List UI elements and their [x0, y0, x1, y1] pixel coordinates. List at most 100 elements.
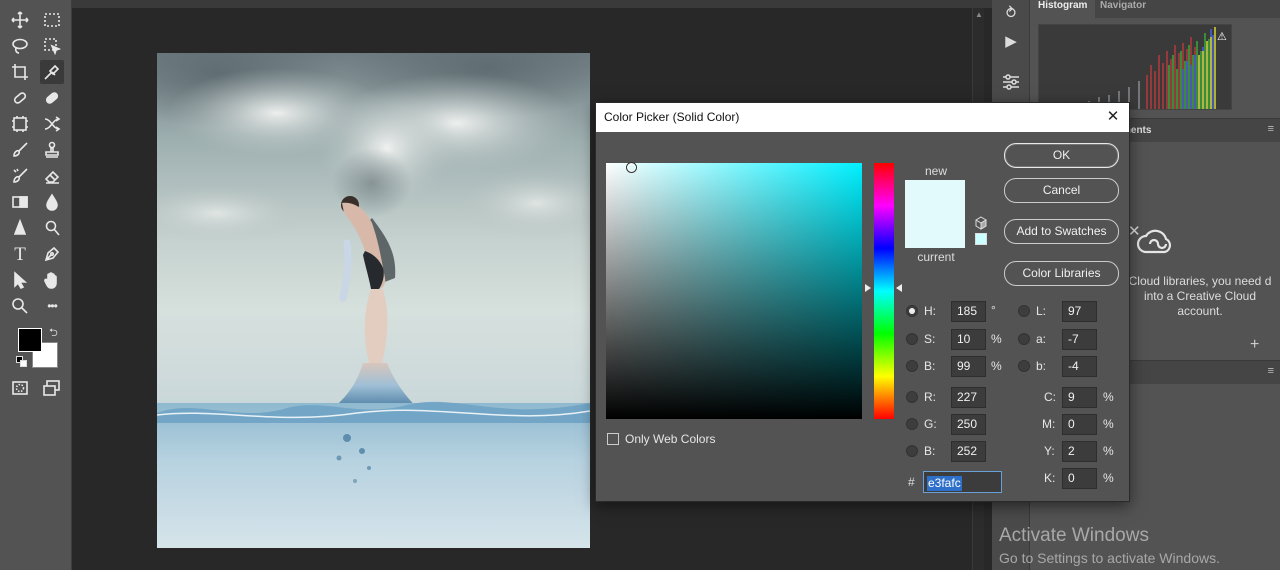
zoom-tool-icon[interactable] [8, 294, 32, 318]
blur-tool-icon[interactable] [40, 190, 64, 214]
frame-tool-icon[interactable] [8, 112, 32, 136]
artwork-illustration [157, 53, 590, 548]
hue-slider-left-arrow[interactable] [865, 284, 871, 292]
sharpen-tool-icon[interactable] [8, 216, 32, 240]
patch-tool-icon[interactable] [40, 86, 64, 110]
mixer-brush-icon[interactable] [8, 164, 32, 188]
tab-histogram[interactable]: Histogram [1030, 0, 1096, 18]
history-icon[interactable]: ⥁ [1001, 4, 1021, 24]
eyedropper-tool-icon[interactable] [40, 60, 64, 84]
red-radio[interactable] [906, 391, 918, 403]
quick-mask-icon[interactable] [8, 376, 32, 400]
hue-label: H: [924, 304, 936, 318]
close-icon[interactable]: ✕ [1103, 107, 1123, 127]
blue-input[interactable]: 252 [951, 441, 986, 462]
creative-cloud-icon [1134, 222, 1174, 262]
hue-slider[interactable] [874, 163, 894, 419]
tab-navigator[interactable]: Navigator [1092, 0, 1154, 18]
cyan-input[interactable]: 9 [1062, 387, 1097, 408]
hue-input[interactable]: 185 [951, 301, 986, 322]
type-tool-icon[interactable]: T [8, 242, 32, 266]
brightness-radio[interactable] [906, 360, 918, 372]
new-color-label: new [924, 164, 947, 178]
lab-b-radio[interactable] [1018, 360, 1030, 372]
magenta-input[interactable]: 0 [1062, 414, 1097, 435]
lab-a-radio[interactable] [1018, 333, 1030, 345]
only-web-colors-checkbox[interactable] [607, 433, 619, 445]
content-aware-move-icon[interactable] [40, 112, 64, 136]
blue-label: B: [924, 444, 936, 458]
black-unit: % [1103, 471, 1114, 485]
play-actions-icon[interactable]: ▶ [1001, 32, 1021, 52]
move-tool-icon[interactable] [8, 8, 32, 32]
cyan-label: C: [1044, 390, 1056, 404]
saturation-label: S: [924, 332, 936, 346]
windows-activation-subtitle: Go to Settings to activate Windows. [999, 550, 1220, 566]
saturation-input[interactable]: 10 [951, 329, 986, 350]
add-to-swatches-button[interactable]: Add to Swatches [1004, 219, 1119, 244]
histogram-panel-tabs: Histogram Navigator [1030, 0, 1280, 18]
brush-tool-icon[interactable] [8, 138, 32, 162]
scroll-up-icon[interactable]: ▲ [975, 10, 983, 19]
current-color-swatch[interactable] [905, 214, 965, 248]
add-library-icon[interactable]: + [1250, 336, 1259, 354]
brightness-unit: % [991, 359, 1002, 373]
lab-b-input[interactable]: -4 [1062, 356, 1097, 377]
document-tab-bar [72, 0, 992, 8]
lab-l-input[interactable]: 97 [1062, 301, 1097, 322]
screen-mode-icon[interactable] [40, 376, 64, 400]
black-input[interactable]: 0 [1062, 468, 1097, 489]
spot-healing-brush-icon[interactable] [8, 86, 32, 110]
hue-slider-right-arrow[interactable] [896, 284, 902, 292]
object-selection-tool-icon[interactable] [40, 34, 64, 58]
clone-stamp-tool-icon[interactable] [40, 138, 64, 162]
saturation-unit: % [991, 332, 1002, 346]
eraser-tool-icon[interactable] [40, 164, 64, 188]
default-colors-icon[interactable] [16, 356, 28, 368]
swap-colors-icon[interactable]: ⮌ [49, 324, 58, 343]
current-color-label: current [917, 250, 955, 264]
ok-button[interactable]: OK [1004, 143, 1119, 168]
yellow-input[interactable]: 2 [1062, 441, 1097, 462]
web-safe-color-swatch[interactable] [975, 233, 987, 245]
saturation-brightness-field[interactable] [606, 162, 862, 419]
foreground-color-swatch[interactable] [18, 328, 42, 352]
gradient-tool-icon[interactable] [8, 190, 32, 214]
field-black-gradient [606, 163, 862, 419]
lab-a-input[interactable]: -7 [1062, 329, 1097, 350]
cancel-button[interactable]: Cancel [1004, 178, 1119, 203]
green-input[interactable]: 250 [951, 414, 986, 435]
cache-warning-icon[interactable]: ⚠ [1217, 30, 1227, 43]
dodge-tool-icon[interactable] [40, 216, 64, 240]
yellow-label: Y: [1044, 444, 1055, 458]
crop-tool-icon[interactable] [8, 60, 32, 84]
saturation-radio[interactable] [906, 333, 918, 345]
lasso-tool-icon[interactable] [8, 34, 32, 58]
green-radio[interactable] [906, 418, 918, 430]
lower-panel-menu-icon[interactable]: ≡ [1268, 365, 1274, 377]
hue-unit: ° [991, 303, 996, 317]
blue-radio[interactable] [906, 445, 918, 457]
hex-input[interactable]: e3fafc [923, 471, 1002, 493]
libraries-message: Cloud libraries, you need d into a Creat… [1128, 274, 1272, 318]
cyan-unit: % [1103, 390, 1114, 404]
pen-tool-icon[interactable] [40, 242, 64, 266]
hex-value-selected: e3fafc [927, 476, 962, 491]
adjustments-icon[interactable] [1001, 72, 1021, 92]
path-selection-tool-icon[interactable] [8, 268, 32, 292]
red-input[interactable]: 227 [951, 387, 986, 408]
more-tools-icon[interactable]: ••• [40, 294, 64, 318]
yellow-unit: % [1103, 444, 1114, 458]
brightness-input[interactable]: 99 [951, 356, 986, 377]
marquee-tool-icon[interactable] [40, 8, 64, 32]
hue-radio[interactable] [906, 305, 918, 317]
panel-menu-icon[interactable]: ≡ [1268, 123, 1274, 135]
out-of-gamut-cube-icon[interactable] [974, 216, 988, 230]
lab-l-radio[interactable] [1018, 305, 1030, 317]
magenta-label: M: [1042, 417, 1056, 431]
dialog-title: Color Picker (Solid Color) [596, 103, 1129, 132]
color-libraries-button[interactable]: Color Libraries [1004, 261, 1119, 286]
hand-tool-icon[interactable] [40, 268, 64, 292]
document-image[interactable] [157, 53, 590, 548]
color-cursor[interactable] [626, 162, 637, 173]
